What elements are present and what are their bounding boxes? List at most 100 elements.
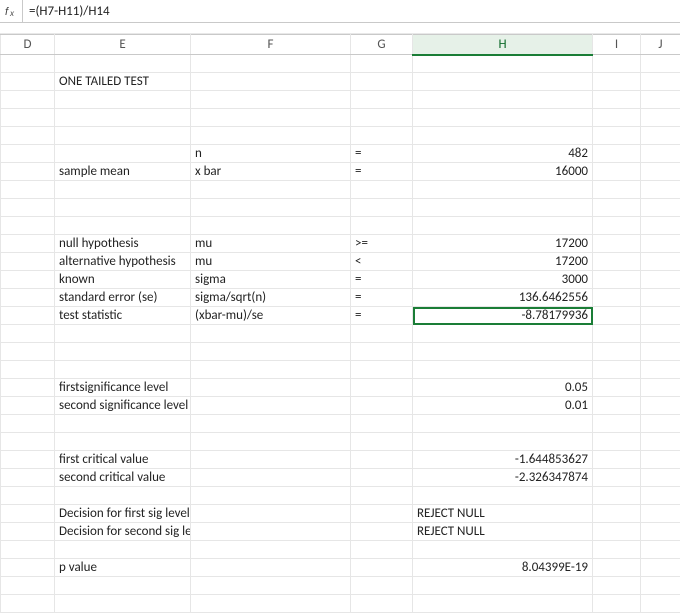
- cell-G[interactable]: [351, 217, 413, 235]
- cell-G[interactable]: [351, 343, 413, 361]
- cell-E[interactable]: null hypothesis: [55, 235, 191, 253]
- cell-J[interactable]: [641, 217, 680, 235]
- cell-H[interactable]: [413, 73, 593, 91]
- cell-E[interactable]: [55, 595, 191, 613]
- cell-E[interactable]: [55, 541, 191, 559]
- cell-J[interactable]: [641, 595, 680, 613]
- cell-H[interactable]: [413, 361, 593, 379]
- cell-D[interactable]: [1, 325, 55, 343]
- cell-J[interactable]: [641, 469, 680, 487]
- cell-D[interactable]: [1, 559, 55, 577]
- cell-I[interactable]: [593, 253, 641, 271]
- cell-D[interactable]: [1, 127, 55, 145]
- cell-H[interactable]: [413, 415, 593, 433]
- cell-H[interactable]: 17200: [413, 235, 593, 253]
- cell-F[interactable]: [191, 343, 351, 361]
- cell-F[interactable]: [191, 379, 351, 397]
- cell-J[interactable]: [641, 181, 680, 199]
- cell-E[interactable]: [55, 145, 191, 163]
- cell-I[interactable]: [593, 487, 641, 505]
- cell-E[interactable]: [55, 325, 191, 343]
- cell-G[interactable]: [351, 397, 413, 415]
- cell-F[interactable]: [191, 73, 351, 91]
- cell-D[interactable]: [1, 469, 55, 487]
- cell-J[interactable]: [641, 73, 680, 91]
- cell-G[interactable]: <: [351, 253, 413, 271]
- cell-J[interactable]: [641, 235, 680, 253]
- cell-F[interactable]: [191, 451, 351, 469]
- cell-I[interactable]: [593, 361, 641, 379]
- cell-F[interactable]: mu: [191, 235, 351, 253]
- cell-F[interactable]: [191, 361, 351, 379]
- cell-F[interactable]: [191, 469, 351, 487]
- cell-H[interactable]: 17200: [413, 253, 593, 271]
- cell-J[interactable]: [641, 145, 680, 163]
- column-header-H[interactable]: H: [413, 35, 593, 55]
- column-header-G[interactable]: G: [351, 35, 413, 55]
- cell-H[interactable]: REJECT NULL: [413, 505, 593, 523]
- cell-I[interactable]: [593, 343, 641, 361]
- cell-I[interactable]: [593, 523, 641, 541]
- cell-E[interactable]: [55, 181, 191, 199]
- cell-D[interactable]: [1, 145, 55, 163]
- cell-D[interactable]: [1, 109, 55, 127]
- cell-J[interactable]: [641, 397, 680, 415]
- cell-E[interactable]: [55, 199, 191, 217]
- cell-E[interactable]: first critical value: [55, 451, 191, 469]
- cell-E[interactable]: second significance level: [55, 397, 191, 415]
- cell-G[interactable]: [351, 379, 413, 397]
- cell-E[interactable]: sample mean: [55, 163, 191, 181]
- cell-E[interactable]: Decision for first sig level: [55, 505, 191, 523]
- cell-F[interactable]: [191, 55, 351, 73]
- cell-J[interactable]: [641, 505, 680, 523]
- cell-F[interactable]: sigma/sqrt(n): [191, 289, 351, 307]
- cell-H[interactable]: [413, 199, 593, 217]
- cell-H[interactable]: 0.05: [413, 379, 593, 397]
- cell-F[interactable]: [191, 415, 351, 433]
- cell-D[interactable]: [1, 523, 55, 541]
- cell-E[interactable]: test statistic: [55, 307, 191, 325]
- cell-H[interactable]: [413, 325, 593, 343]
- cell-H[interactable]: [413, 487, 593, 505]
- cell-G[interactable]: =: [351, 163, 413, 181]
- cell-I[interactable]: [593, 91, 641, 109]
- cell-D[interactable]: [1, 541, 55, 559]
- cell-J[interactable]: [641, 451, 680, 469]
- cell-D[interactable]: [1, 505, 55, 523]
- cell-G[interactable]: [351, 487, 413, 505]
- cell-H[interactable]: 0.01: [413, 397, 593, 415]
- cell-F[interactable]: [191, 487, 351, 505]
- cell-D[interactable]: [1, 181, 55, 199]
- cell-J[interactable]: [641, 109, 680, 127]
- cell-G[interactable]: =: [351, 307, 413, 325]
- cell-F[interactable]: n: [191, 145, 351, 163]
- cell-I[interactable]: [593, 199, 641, 217]
- cell-F[interactable]: x bar: [191, 163, 351, 181]
- spreadsheet-grid[interactable]: DEFGHIJ ONE TAILED TESTn=482sample meanx…: [0, 34, 680, 613]
- cell-D[interactable]: [1, 361, 55, 379]
- cell-D[interactable]: [1, 307, 55, 325]
- cell-G[interactable]: [351, 469, 413, 487]
- cell-I[interactable]: [593, 505, 641, 523]
- cell-D[interactable]: [1, 577, 55, 595]
- cell-F[interactable]: [191, 181, 351, 199]
- cell-J[interactable]: [641, 433, 680, 451]
- cell-G[interactable]: [351, 73, 413, 91]
- cell-E[interactable]: p value: [55, 559, 191, 577]
- cell-H[interactable]: 3000: [413, 271, 593, 289]
- cell-I[interactable]: [593, 73, 641, 91]
- cell-G[interactable]: [351, 415, 413, 433]
- cell-E[interactable]: [55, 577, 191, 595]
- cell-H[interactable]: 8.04399E-19: [413, 559, 593, 577]
- cell-I[interactable]: [593, 595, 641, 613]
- cell-J[interactable]: [641, 271, 680, 289]
- cell-F[interactable]: [191, 109, 351, 127]
- cell-F[interactable]: [191, 397, 351, 415]
- cell-I[interactable]: [593, 577, 641, 595]
- cell-J[interactable]: [641, 523, 680, 541]
- cell-F[interactable]: [191, 595, 351, 613]
- cell-I[interactable]: [593, 109, 641, 127]
- cell-E[interactable]: [55, 127, 191, 145]
- cell-G[interactable]: [351, 523, 413, 541]
- cell-I[interactable]: [593, 325, 641, 343]
